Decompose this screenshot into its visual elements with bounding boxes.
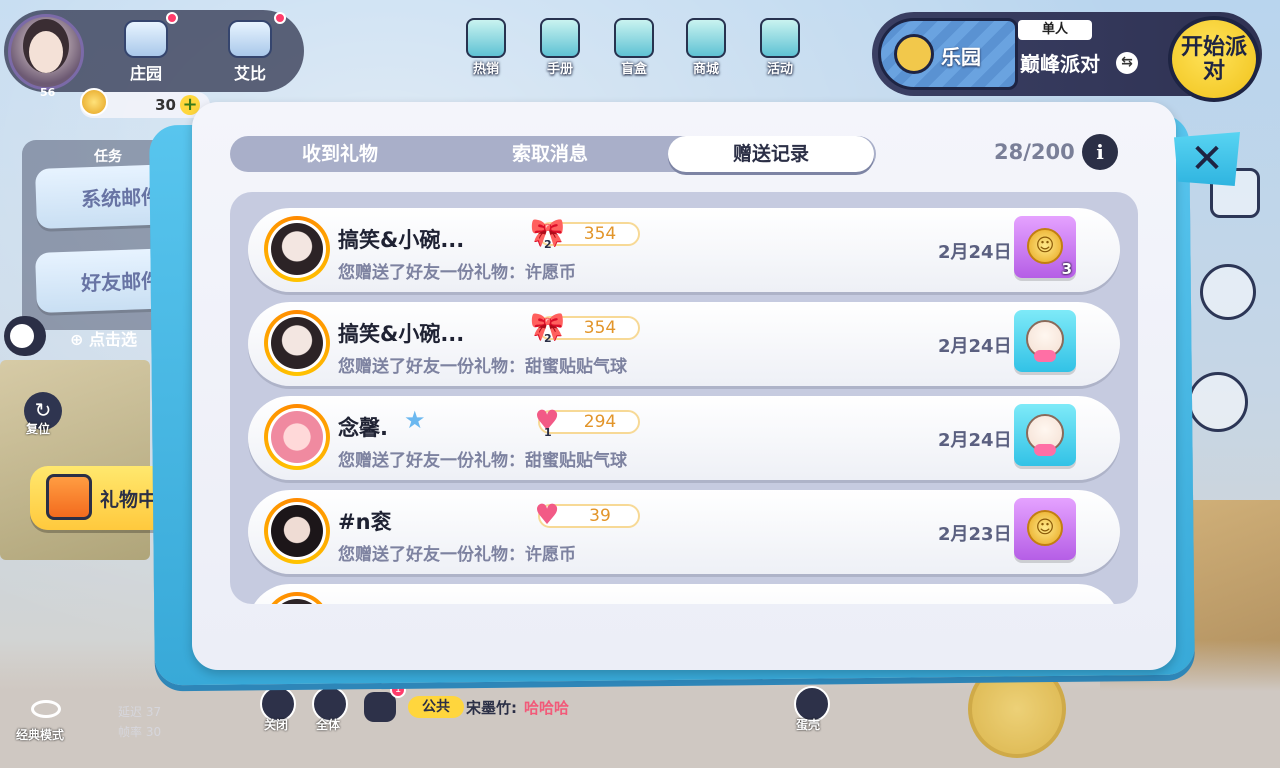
record-count: 28/200 [994,140,1075,164]
list-item[interactable]: 搞笑&小碗... 354 🎀 2 您赠送了好友一份礼物：许愿币 2月24日 ☺ 3 [248,208,1120,292]
house-icon [124,20,168,58]
toggle-switch[interactable] [4,316,46,356]
wrench-icon [894,34,934,74]
chat-icon[interactable] [364,692,396,722]
friend-name: 念馨. [338,416,388,440]
click-hint-text: 点击选 [88,330,137,349]
handbook-label: 手册 [546,62,573,77]
intimacy-level: 2 [544,238,552,251]
channel-badge[interactable]: 公共 [408,696,464,718]
list-item[interactable]: #n衮 39 ♥ 您赠送了好友一份礼物：许愿币 2月23日 ☺ [248,490,1120,574]
friend-avatar[interactable] [264,310,330,376]
emote-icon[interactable] [1188,372,1248,432]
close-icon[interactable]: ✕ [1174,132,1240,186]
pet-label: 艾比 [233,64,266,83]
list-item[interactable]: 搞笑&小碗... 354 🎀 2 您赠送了好友一份礼物：甜蜜贴贴气球 2月24日 [248,302,1120,386]
gift-date: 2月24日 [938,242,1012,263]
pet-button[interactable]: 艾比 [220,20,280,90]
single-player-badge: 单人 [1018,20,1092,40]
coin-amount: 30 [155,96,176,114]
start-party-label: 开始派对 [1180,35,1247,84]
mode-name[interactable]: 巅峰派对 [1020,48,1100,77]
gift-icon [46,474,92,520]
park-label: 乐园 [941,45,981,69]
info-icon[interactable]: i [1082,134,1118,170]
gift-description: 您赠送了好友一份礼物：许愿币 [338,545,576,565]
gift-date: 2月24日 [938,336,1012,357]
swap-mode-icon[interactable]: ⇆ [1116,52,1138,74]
balloon-icon [760,18,800,58]
list-item[interactable] [248,584,1120,604]
chat-badge: 1 [390,682,406,698]
handbook-icon [540,18,580,58]
gift-box-icon [466,18,506,58]
gift-date: 2月24日 [938,430,1012,451]
friend-name: 搞笑&小碗... [338,228,465,252]
dialog-tabs: 收到礼物 索取消息 赠送记录 [230,136,876,172]
teddy-balloon-icon[interactable] [1014,404,1076,466]
locomotive-icon[interactable] [1200,264,1256,320]
fps-label: 帧率 30 [118,725,162,739]
hot-sale-label: 热销 [472,62,499,77]
farm-notification-dot [166,12,178,24]
reset-label: 复位 [26,422,51,436]
player-level: 56 [40,86,56,99]
view-mode-label[interactable]: 经典模式 [16,726,64,743]
hot-sale-button[interactable]: 热销 [456,18,516,77]
gift-date: 2月23日 [938,524,1012,545]
teddy-balloon-icon[interactable] [1014,310,1076,372]
blind-box-label: 盲盒 [620,62,647,77]
gift-description: 您赠送了好友一份礼物：甜蜜贴贴气球 [338,451,627,471]
events-label: 活动 [766,62,793,77]
friend-avatar[interactable] [264,498,330,564]
latency-label: 延迟 37 [118,705,162,719]
farm-label: 庄园 [129,64,162,83]
blind-box-button[interactable]: 盲盒 [604,18,664,77]
handbook-button[interactable]: 手册 [530,18,590,77]
intimacy-level: 2 [544,332,552,345]
wish-coin-icon[interactable]: ☺ [1014,498,1076,560]
player-avatar[interactable] [8,14,84,90]
pet-fox-icon [228,20,272,58]
gift-description: 您赠送了好友一份礼物：许愿币 [338,263,576,283]
tab-received-gifts[interactable]: 收到礼物 [230,136,450,172]
friend-name: #n衮 [338,510,392,534]
heart-icon: ♥ [534,498,560,531]
start-party-button[interactable]: 开始派对 [1168,16,1260,102]
gift-description: 您赠送了好友一份礼物：甜蜜贴贴气球 [338,357,627,377]
eggshell-label: 蛋壳 [796,718,821,732]
star-icon: ★ [404,406,426,434]
eye-icon[interactable] [28,694,64,730]
farm-button[interactable]: 庄园 [116,20,176,90]
intimacy-level: 1 [544,426,552,439]
chat-message: 哈哈哈 [524,699,570,717]
tab-request-messages[interactable]: 索取消息 [440,136,660,172]
task-label: 任务 [94,149,122,165]
wish-coin-icon[interactable]: ☺ 3 [1014,216,1076,278]
pet-notification-dot [274,12,286,24]
friend-avatar[interactable] [264,404,330,470]
friend-mail-label: 好友邮件 [80,268,162,295]
friend-avatar[interactable] [264,592,330,604]
chat-sender: 宋墨竹: [466,699,517,717]
friend-name: 搞笑&小碗... [338,322,465,346]
shop-button[interactable]: 商城 [676,18,736,77]
shop-bag-icon [686,18,726,58]
all-label: 全体 [316,718,341,732]
click-hint[interactable]: ⊕ 点击选 [70,326,137,350]
blind-box-icon [614,18,654,58]
gift-count: 3 [1061,260,1072,278]
shop-label: 商城 [692,62,719,77]
background-building [0,360,150,560]
coin-icon [80,88,108,116]
events-button[interactable]: 活动 [750,18,810,77]
list-item[interactable]: 念馨. ★ 294 ♥ 1 您赠送了好友一份礼物：甜蜜贴贴气球 2月24日 [248,396,1120,480]
tab-gift-records[interactable]: 赠送记录 [668,136,874,172]
gift-record-list[interactable]: 搞笑&小碗... 354 🎀 2 您赠送了好友一份礼物：许愿币 2月24日 ☺ 3… [230,192,1138,604]
friend-avatar[interactable] [264,216,330,282]
voice-off-label: 关闭 [264,718,289,732]
